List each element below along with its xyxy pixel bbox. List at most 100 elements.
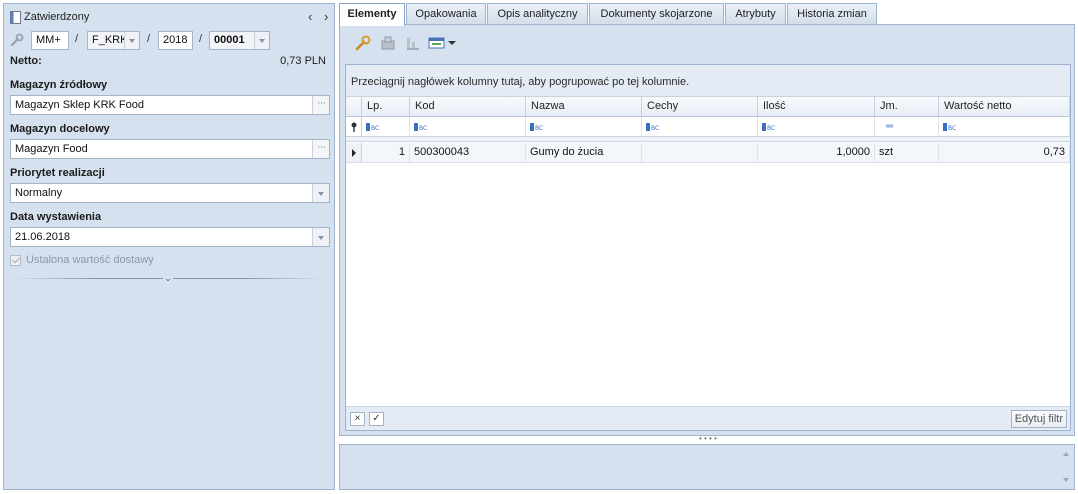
- chevron-down-icon[interactable]: [312, 228, 329, 246]
- document-type-field[interactable]: MM+: [31, 31, 69, 50]
- text-filter-icon: BC: [762, 123, 775, 131]
- document-number-select[interactable]: 00001: [209, 31, 270, 50]
- header-indicator: [346, 97, 362, 117]
- splitter-grip-icon: • • • •: [699, 434, 717, 443]
- document-number-row: MM+ / F_KRK / 2018 / 00001: [10, 31, 330, 50]
- dropdown-arrow-icon[interactable]: [447, 34, 457, 52]
- fixed-delivery-value-checkbox[interactable]: [10, 255, 21, 266]
- filter-cell-lp[interactable]: BC: [362, 117, 410, 137]
- document-status: Zatwierdzony: [24, 11, 90, 23]
- expand-chevron-icon[interactable]: ⌄: [163, 273, 173, 283]
- edit-filter-button[interactable]: Edytuj filtr: [1010, 410, 1067, 428]
- filter-cell-cechy[interactable]: BC: [642, 117, 758, 137]
- netto-label: Netto:: [10, 55, 42, 67]
- scroll-up-icon[interactable]: [1063, 452, 1069, 456]
- document-series-select[interactable]: F_KRK: [87, 31, 140, 50]
- tab-elementy[interactable]: Elementy: [339, 3, 405, 26]
- svg-text:BC: BC: [419, 125, 427, 131]
- cell-kod[interactable]: 500300043: [410, 143, 526, 163]
- text-filter-icon: BC: [530, 123, 543, 131]
- svg-text:BC: BC: [371, 125, 379, 131]
- number-separator: /: [147, 33, 151, 45]
- cell-ilosc[interactable]: 1,0000: [758, 143, 875, 163]
- column-header-lp[interactable]: Lp.: [362, 97, 410, 117]
- svg-text:BC: BC: [535, 125, 543, 131]
- target-warehouse-value: Magazyn Food: [15, 143, 88, 155]
- svg-text:BC: BC: [767, 125, 775, 131]
- cell-jm[interactable]: szt: [875, 143, 939, 163]
- source-warehouse-value: Magazyn Sklep KRK Food: [15, 99, 145, 111]
- text-filter-icon: BC: [646, 123, 659, 131]
- filter-cell-ilosc[interactable]: BC: [758, 117, 875, 137]
- source-warehouse-label: Magazyn źródłowy: [10, 79, 108, 91]
- filter-cell-kod[interactable]: BC: [410, 117, 526, 137]
- batch-icon[interactable]: [379, 34, 397, 52]
- document-series-value: F_KRK: [92, 34, 128, 46]
- view-icon[interactable]: [428, 34, 446, 52]
- priority-label: Priorytet realizacji: [10, 167, 105, 179]
- elements-grid: Przeciągnij nagłówek kolumny tutaj, aby …: [345, 64, 1071, 431]
- source-warehouse-browse-button[interactable]: ···: [312, 96, 329, 114]
- panel-splitter[interactable]: • • • •: [339, 434, 1075, 444]
- next-document-button[interactable]: ›: [324, 9, 328, 25]
- cell-lp[interactable]: 1: [362, 143, 410, 163]
- wrench-icon[interactable]: [354, 34, 372, 52]
- enable-filter-checkbox[interactable]: ✓: [369, 412, 384, 426]
- column-header-nazwa[interactable]: Nazwa: [526, 97, 642, 117]
- clear-filter-button[interactable]: ×: [350, 412, 365, 426]
- status-header: Zatwierdzony ‹ ›: [10, 9, 330, 26]
- svg-text:BC: BC: [651, 125, 659, 131]
- netto-value: 0,73 PLN: [280, 55, 326, 67]
- text-filter-icon: BC: [366, 123, 379, 131]
- previous-document-button[interactable]: ‹: [308, 9, 312, 25]
- tab-dokumenty-skojarzone[interactable]: Dokumenty skojarzone: [589, 3, 724, 24]
- filter-row-indicator: [346, 117, 362, 137]
- pin-icon: [351, 122, 357, 132]
- chevron-down-icon[interactable]: [124, 32, 139, 49]
- tab-opis-analityczny[interactable]: Opis analityczny: [487, 3, 588, 24]
- elements-panel: Przeciągnij nagłówek kolumny tutaj, aby …: [339, 24, 1075, 436]
- chart-icon[interactable]: [404, 34, 422, 52]
- target-warehouse-browse-button[interactable]: ···: [312, 140, 329, 158]
- group-by-hint: Przeciągnij nagłówek kolumny tutaj, aby …: [351, 76, 690, 88]
- chevron-down-icon[interactable]: [254, 32, 269, 49]
- filter-cell-nazwa[interactable]: BC: [526, 117, 642, 137]
- target-warehouse-field[interactable]: Magazyn Food ···: [10, 139, 330, 159]
- fixed-delivery-value-label: Ustalona wartość dostawy: [26, 254, 154, 266]
- column-header-wartosc-netto[interactable]: Wartość netto: [939, 97, 1070, 117]
- text-filter-icon: BC: [943, 123, 956, 131]
- filter-cell-jm[interactable]: ═: [875, 117, 939, 137]
- row-indicator-arrow-icon[interactable]: [346, 143, 362, 163]
- cell-cechy[interactable]: [642, 143, 758, 163]
- wrench-icon[interactable]: [10, 33, 24, 47]
- svg-text:BC: BC: [948, 125, 956, 131]
- source-warehouse-field[interactable]: Magazyn Sklep KRK Food ···: [10, 95, 330, 115]
- number-separator: /: [75, 33, 79, 45]
- details-scrollbar[interactable]: [1061, 449, 1071, 485]
- details-panel: [339, 444, 1075, 490]
- fixed-delivery-value-row: Ustalona wartość dostawy: [10, 254, 210, 268]
- group-by-panel[interactable]: Przeciągnij nagłówek kolumny tutaj, aby …: [346, 65, 1070, 97]
- number-separator: /: [199, 33, 203, 45]
- issue-date-field[interactable]: 21.06.2018: [10, 227, 330, 247]
- document-number-value: 00001: [214, 34, 245, 46]
- priority-value: Normalny: [15, 187, 63, 199]
- target-warehouse-label: Magazyn docelowy: [10, 123, 110, 135]
- filter-separator: [346, 137, 1070, 142]
- elements-toolbar: [354, 34, 554, 54]
- column-header-ilosc[interactable]: Ilość: [758, 97, 875, 117]
- scroll-down-icon[interactable]: [1063, 478, 1069, 482]
- tab-atrybuty[interactable]: Atrybuty: [725, 3, 786, 24]
- tab-opakowania[interactable]: Opakowania: [406, 3, 486, 24]
- column-header-cechy[interactable]: Cechy: [642, 97, 758, 117]
- document-year-field[interactable]: 2018: [158, 31, 193, 50]
- priority-select[interactable]: Normalny: [10, 183, 330, 203]
- column-header-jm[interactable]: Jm.: [875, 97, 939, 117]
- issue-date-label: Data wystawienia: [10, 211, 102, 223]
- chevron-down-icon[interactable]: [312, 184, 329, 202]
- filter-cell-wartosc-netto[interactable]: BC: [939, 117, 1070, 137]
- cell-nazwa[interactable]: Gumy do żucia: [526, 143, 642, 163]
- tab-historia-zmian[interactable]: Historia zmian: [787, 3, 877, 24]
- cell-wartosc-netto[interactable]: 0,73: [939, 143, 1070, 163]
- column-header-kod[interactable]: Kod: [410, 97, 526, 117]
